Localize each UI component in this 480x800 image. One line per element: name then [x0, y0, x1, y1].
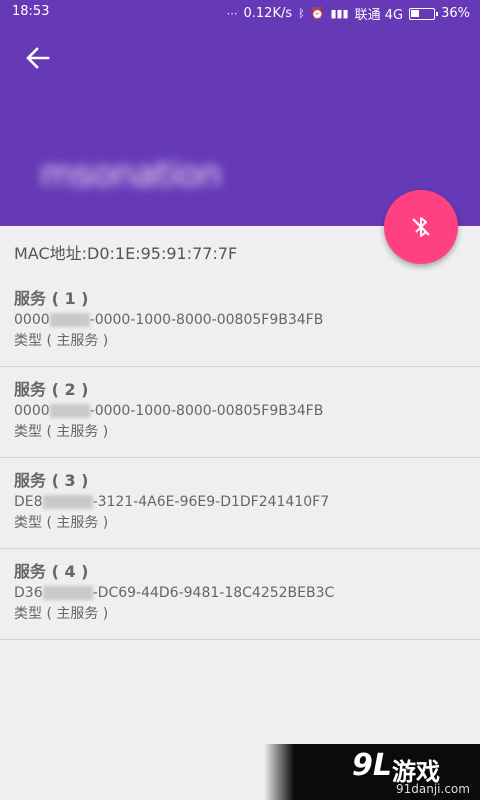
service-item[interactable]: 服务 ( 1 ) 0000 -0000-1000-8000-00805F9B34F…	[0, 276, 480, 367]
signal-icon: ▮▮▮	[330, 6, 349, 20]
uuid-suffix: -0000-1000-8000-00805F9B34FB	[89, 403, 324, 419]
bluetooth-disabled-icon[interactable]	[384, 190, 458, 264]
uuid-prefix: 0000	[14, 403, 50, 419]
battery-fill	[411, 9, 420, 17]
site-watermark: 9L 游戏 91danji.com	[264, 744, 480, 800]
watermark-fade	[264, 744, 294, 800]
mac-address: MAC地址:D0:1E:95:91:77:7F	[14, 244, 238, 263]
device-name: msonation	[40, 154, 222, 195]
net-speed: 0.12K/s	[243, 6, 293, 21]
uuid-prefix: DE8	[14, 494, 43, 510]
service-type: 类型 ( 主服务 )	[14, 515, 109, 531]
uuid-suffix: -0000-1000-8000-00805F9B34FB	[89, 312, 324, 328]
uuid-prefix: D36	[14, 585, 43, 601]
service-type: 类型 ( 主服务 )	[14, 606, 109, 622]
service-uuid: DE8 -3121-4A6E-96E9-D1DF241410F7	[14, 492, 480, 512]
bluetooth-icon: ᛒ	[298, 6, 305, 20]
redaction-mask	[49, 313, 90, 327]
redaction-mask	[49, 404, 90, 418]
service-uuid: 0000 -0000-1000-8000-00805F9B34FB	[14, 310, 480, 330]
redaction-mask	[42, 495, 93, 509]
service-title: 服务 ( 4 )	[14, 562, 89, 581]
service-title: 服务 ( 2 )	[14, 380, 89, 399]
watermark-url: 91danji.com	[396, 782, 470, 796]
service-uuid: D36 -DC69-44D6-9481-18C4252BEB3C	[14, 583, 480, 603]
service-title: 服务 ( 1 )	[14, 289, 89, 308]
status-time: 18:53	[12, 4, 50, 19]
service-item[interactable]: 服务 ( 3 ) DE8 -3121-4A6E-96E9-D1DF241410F7…	[0, 458, 480, 549]
uuid-suffix: -3121-4A6E-96E9-D1DF241410F7	[92, 494, 330, 510]
watermark-logo: 9L	[352, 748, 392, 783]
alarm-icon: ⏰	[310, 6, 325, 20]
more-dots-icon: ⋯	[226, 6, 238, 20]
uuid-suffix: -DC69-44D6-9481-18C4252BEB3C	[92, 585, 335, 601]
service-title: 服务 ( 3 )	[14, 471, 89, 490]
service-list: 服务 ( 1 ) 0000 -0000-1000-8000-00805F9B34F…	[0, 276, 480, 640]
service-uuid: 0000 -0000-1000-8000-00805F9B34FB	[14, 401, 480, 421]
carrier: 联通 4G	[354, 8, 404, 23]
arrow-left-icon[interactable]	[20, 40, 56, 76]
redaction-mask	[42, 586, 93, 600]
status-bar: 18:53 ⋯ 0.12K/s ᛒ ⏰ ▮▮▮ 联通 4G 36%	[0, 0, 480, 26]
battery-icon	[409, 7, 439, 20]
service-type: 类型 ( 主服务 )	[14, 424, 109, 440]
service-item[interactable]: 服务 ( 4 ) D36 -DC69-44D6-9481-18C4252BEB3C…	[0, 549, 480, 640]
uuid-prefix: 0000	[14, 312, 50, 328]
battery-percent: 36%	[441, 6, 470, 21]
status-icons: ⋯ 0.12K/s ᛒ ⏰ ▮▮▮ 联通 4G 36%	[227, 4, 471, 23]
service-item[interactable]: 服务 ( 2 ) 0000 -0000-1000-8000-00805F9B34F…	[0, 367, 480, 458]
service-type: 类型 ( 主服务 )	[14, 333, 109, 349]
